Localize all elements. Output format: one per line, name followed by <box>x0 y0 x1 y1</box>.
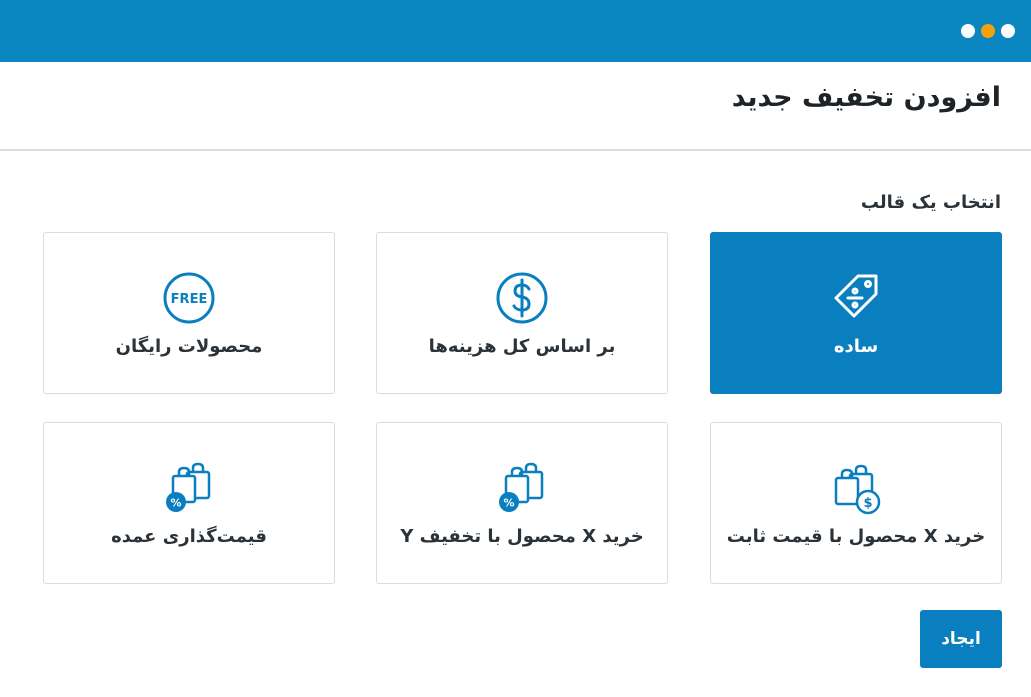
svg-text:$: $ <box>863 496 872 511</box>
dollar-circle-icon <box>494 270 550 326</box>
page-header: افزودن تخفیف جدید <box>0 62 1031 151</box>
template-card-simple[interactable]: ساده <box>710 232 1002 394</box>
dot-icon <box>961 24 975 38</box>
free-badge-icon: FREE <box>161 270 217 326</box>
template-label: بر اساس کل هزینه‌ها <box>428 335 616 357</box>
template-label: خرید X محصول با قیمت ثابت <box>726 525 986 547</box>
window-dots <box>961 24 1015 38</box>
svg-text:%: % <box>170 496 181 509</box>
template-card-free-products[interactable]: FREE محصولات رایگان <box>43 232 335 394</box>
shopping-bags-dollar-icon: $ <box>828 460 884 516</box>
template-card-bulk-pricing[interactable]: % قیمت‌گذاری عمده <box>43 422 335 584</box>
free-badge-text: FREE <box>171 292 208 307</box>
dot-icon-highlighted <box>981 24 995 38</box>
section-label: انتخاب یک قالب <box>860 192 1001 213</box>
svg-text:%: % <box>503 496 514 509</box>
template-card-buy-x-fixed-price[interactable]: $ خرید X محصول با قیمت ثابت <box>710 422 1002 584</box>
shopping-bags-percent-icon: % <box>161 460 217 516</box>
top-bar <box>0 0 1031 62</box>
dot-icon <box>1001 24 1015 38</box>
page-title: افزودن تخفیف جدید <box>731 82 1001 113</box>
create-button[interactable]: ایجاد <box>920 610 1002 668</box>
template-card-buy-x-discount-y[interactable]: % خرید X محصول با تخفیف Y <box>376 422 668 584</box>
discount-tag-icon <box>828 270 884 326</box>
template-label: قیمت‌گذاری عمده <box>111 525 267 547</box>
template-card-total-cost[interactable]: بر اساس کل هزینه‌ها <box>376 232 668 394</box>
shopping-bags-percent-icon: % <box>494 460 550 516</box>
template-label: ساده <box>833 335 879 357</box>
template-label: خرید X محصول با تخفیف Y <box>400 525 644 547</box>
template-label: محصولات رایگان <box>115 335 263 357</box>
